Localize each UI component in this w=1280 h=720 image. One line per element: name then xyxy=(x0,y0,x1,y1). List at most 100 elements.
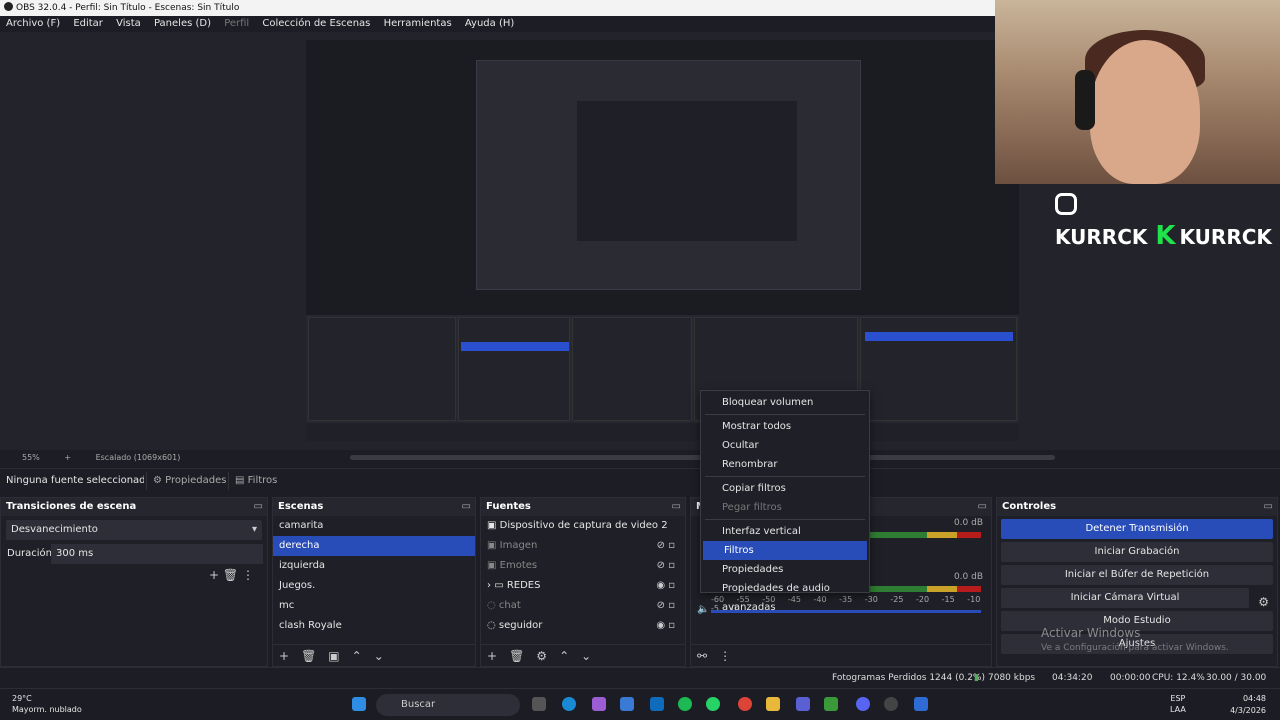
menu-help[interactable]: Ayuda (H) xyxy=(465,18,514,29)
obs-taskbar-icon[interactable] xyxy=(884,697,898,711)
dock-menu-icon[interactable]: ▭ xyxy=(254,498,263,516)
menu-item-advanced-audio[interactable]: Propiedades de audio avanzadas xyxy=(701,579,869,613)
menu-item-copy-filters[interactable]: Copiar filtros xyxy=(701,479,869,498)
store-icon[interactable] xyxy=(620,697,634,711)
visibility-icons[interactable]: ◉ ▫ xyxy=(656,576,675,596)
gear-icon[interactable]: ⚙ xyxy=(1258,595,1269,609)
menu-scene-collection[interactable]: Colección de Escenas xyxy=(262,18,370,29)
scale-tick: -15 xyxy=(941,595,955,604)
trash-icon[interactable]: 🗑 xyxy=(509,649,524,663)
edge-icon[interactable] xyxy=(562,697,576,711)
scaling-label[interactable]: Escalado (1069x601) xyxy=(96,453,181,462)
windows-start-icon[interactable] xyxy=(352,697,366,711)
chevron-right-icon[interactable]: › xyxy=(487,580,491,591)
down-icon[interactable]: ⌄ xyxy=(374,649,384,663)
file-explorer-icon[interactable] xyxy=(766,697,780,711)
temperature: 29°C xyxy=(12,694,32,703)
dock-menu-icon[interactable]: ▭ xyxy=(1264,498,1273,516)
more-icon[interactable]: ⋮ xyxy=(242,568,254,582)
spotify-icon[interactable] xyxy=(678,697,692,711)
scene-item[interactable]: clash Royale xyxy=(273,616,475,636)
properties-button[interactable]: ⚙ Propiedades xyxy=(146,472,232,490)
source-label: Dispositivo de captura de video 2 xyxy=(499,520,668,531)
down-icon[interactable]: ⌄ xyxy=(581,649,591,663)
visibility-icons[interactable]: ⊘ ▫ xyxy=(657,596,675,616)
whatsapp-icon[interactable] xyxy=(706,697,720,711)
menu-item-properties[interactable]: Propiedades xyxy=(701,560,869,579)
teams-icon[interactable] xyxy=(796,697,810,711)
dock-menu-icon[interactable]: ▭ xyxy=(672,498,681,516)
start-recording-button[interactable]: Iniciar Grabación xyxy=(1001,542,1273,562)
source-label: Imagen xyxy=(499,540,538,551)
link-icon[interactable]: ⚯ xyxy=(697,649,707,663)
add-icon[interactable]: + xyxy=(279,649,289,663)
visibility-icons[interactable]: ◉ ▫ xyxy=(656,616,675,636)
stop-streaming-button[interactable]: Detener Transmisión xyxy=(1001,519,1273,539)
discord-icon[interactable] xyxy=(856,697,870,711)
add-icon[interactable]: + xyxy=(209,568,219,582)
menu-edit[interactable]: Editar xyxy=(73,18,103,29)
menu-view[interactable]: Vista xyxy=(116,18,141,29)
source-item[interactable]: ▣ Dispositivo de captura de video 2 xyxy=(481,516,685,536)
visibility-icons[interactable]: ⊘ ▫ xyxy=(657,556,675,576)
language-indicator[interactable]: ESP LAA xyxy=(1170,693,1186,715)
scene-item[interactable]: camarita xyxy=(273,516,475,536)
menu-docks[interactable]: Paneles (D) xyxy=(154,18,211,29)
scene-item[interactable]: Juegos. xyxy=(273,576,475,596)
filter-icon[interactable]: ▣ xyxy=(328,649,339,663)
up-icon[interactable]: ⌃ xyxy=(352,649,362,663)
scene-item[interactable]: derecha xyxy=(273,536,475,556)
zoom-in-icon[interactable]: + xyxy=(64,453,71,462)
weather-widget[interactable]: 29°C Mayorm. nublado xyxy=(12,693,82,715)
source-item[interactable]: ▣ Emotes ⊘ ▫ xyxy=(481,556,685,576)
menu-item-lock-volume[interactable]: Bloquear volumen xyxy=(701,393,869,412)
menu-profile[interactable]: Perfil xyxy=(224,18,249,29)
social-banner: KURRCK K KURRCK xyxy=(1055,188,1280,251)
preview-canvas[interactable] xyxy=(306,40,1019,441)
source-item[interactable]: › ▭ REDES ◉ ▫ xyxy=(481,576,685,596)
trash-icon[interactable]: 🗑 xyxy=(301,649,316,663)
filters-button[interactable]: ▤ Filtros xyxy=(228,472,283,490)
lang-layout: LAA xyxy=(1170,705,1186,714)
menu-item-show-all[interactable]: Mostrar todos xyxy=(701,417,869,436)
zoom-level[interactable]: 55% xyxy=(22,453,40,462)
transition-tools: + 🗑 ⋮ xyxy=(209,568,254,582)
visibility-icons[interactable]: ⊘ ▫ xyxy=(657,536,675,556)
duration-label: Duración xyxy=(7,548,53,559)
virtual-camera-button[interactable]: Iniciar Cámara Virtual xyxy=(1001,588,1249,608)
lang-code: ESP xyxy=(1170,694,1186,703)
task-view-icon[interactable] xyxy=(532,697,546,711)
source-item[interactable]: ◌ seguidor ◉ ▫ xyxy=(481,616,685,636)
scale-tick: -10 xyxy=(967,595,981,604)
add-icon[interactable]: + xyxy=(487,649,497,663)
source-item[interactable]: ◌ chat ⊘ ▫ xyxy=(481,596,685,616)
replay-buffer-button[interactable]: Iniciar el Búfer de Repetición xyxy=(1001,565,1273,585)
menu-item-rename[interactable]: Renombrar xyxy=(701,455,869,474)
speaker-icon[interactable]: 🔈 xyxy=(697,604,709,615)
up-icon[interactable]: ⌃ xyxy=(559,649,569,663)
gear-icon[interactable]: ⚙ xyxy=(536,649,547,663)
menu-item-filters[interactable]: Filtros xyxy=(703,541,867,560)
more-icon[interactable]: ⋮ xyxy=(719,649,731,663)
clock[interactable]: 04:48 4/3/2026 xyxy=(1230,693,1266,717)
trash-icon[interactable]: 🗑 xyxy=(223,568,238,582)
menu-item-vertical-layout[interactable]: Interfaz vertical xyxy=(701,522,869,541)
menu-file[interactable]: Archivo (F) xyxy=(6,18,60,29)
activate-windows-subtitle: Ve a Configuración para activar Windows. xyxy=(1041,643,1229,653)
taskbar-search[interactable]: Buscar xyxy=(376,694,520,716)
duration-input[interactable]: 300 ms xyxy=(51,544,263,564)
dock-menu-icon[interactable]: ▭ xyxy=(462,498,471,516)
transition-select[interactable]: Desvanecimiento xyxy=(6,520,262,540)
minecraft-icon[interactable] xyxy=(824,697,838,711)
scene-item[interactable]: izquierda xyxy=(273,556,475,576)
dock-menu-icon[interactable]: ▭ xyxy=(978,498,987,516)
app-icon[interactable] xyxy=(914,697,928,711)
outlook-icon[interactable] xyxy=(650,697,664,711)
source-item[interactable]: ▣ Imagen ⊘ ▫ xyxy=(481,536,685,556)
menu-tools[interactable]: Herramientas xyxy=(384,18,452,29)
scenes-title-text: Escenas xyxy=(278,501,324,512)
scene-item[interactable]: mc xyxy=(273,596,475,616)
menu-item-hide[interactable]: Ocultar xyxy=(701,436,869,455)
copilot-icon[interactable] xyxy=(592,697,606,711)
chrome-icon[interactable] xyxy=(738,697,752,711)
